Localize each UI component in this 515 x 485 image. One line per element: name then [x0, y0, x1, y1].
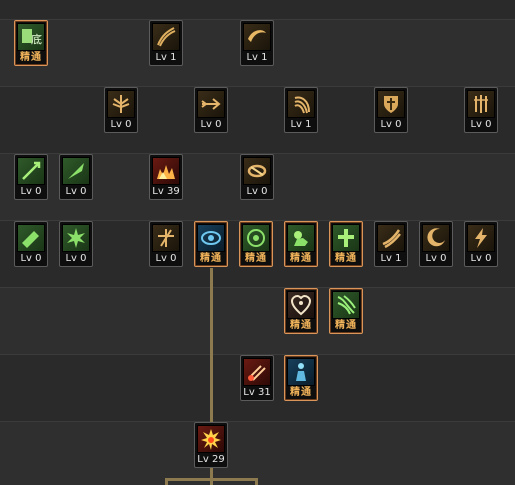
tree-row-band [0, 0, 515, 19]
skill-slot[interactable]: 精通 [284, 355, 318, 401]
skill-level-label: Lv 0 [110, 119, 132, 130]
prerequisite-connector-line [210, 268, 213, 422]
skill-level-label: 精通 [335, 253, 357, 264]
skill-slot[interactable]: 精通 [329, 221, 363, 267]
skill-slot[interactable]: Lv 0 [59, 221, 93, 267]
skill-level-label: Lv 0 [20, 186, 42, 197]
green-plank-icon [17, 224, 45, 252]
golden-ring-icon [243, 157, 271, 185]
skill-level-label: Lv 1 [155, 52, 177, 63]
heart-shield-icon [287, 291, 315, 319]
golden-cross-sword-icon [152, 224, 180, 252]
prerequisite-connector-line [210, 468, 213, 485]
skill-level-label: Lv 39 [152, 186, 180, 197]
prerequisite-connector-line [165, 478, 258, 481]
golden-shield-icon [377, 90, 405, 118]
green-scroll-icon: 底 [17, 23, 45, 51]
skill-level-label: Lv 0 [20, 253, 42, 264]
skill-level-label: Lv 1 [380, 253, 402, 264]
skill-level-label: 精通 [335, 320, 357, 331]
skill-level-label: Lv 0 [470, 253, 492, 264]
skill-level-label: Lv 31 [243, 387, 271, 398]
skill-level-label: Lv 0 [425, 253, 447, 264]
red-flame-icon [152, 157, 180, 185]
skill-slot[interactable]: Lv 0 [194, 87, 228, 133]
golden-arrow-icon [197, 90, 225, 118]
skill-level-label: Lv 0 [200, 119, 222, 130]
skill-level-label: 精通 [20, 52, 42, 63]
skill-slot[interactable]: Lv 0 [14, 221, 48, 267]
skill-level-label: 精通 [290, 387, 312, 398]
skill-slot[interactable]: 精通 [284, 288, 318, 334]
blue-figure-icon [287, 358, 315, 386]
skill-slot[interactable]: Lv 0 [14, 154, 48, 200]
skill-slot[interactable]: 精通 [284, 221, 318, 267]
skill-level-label: 精通 [290, 253, 312, 264]
skill-slot[interactable]: 精通 [239, 221, 273, 267]
skill-level-label: Lv 0 [470, 119, 492, 130]
skill-slot[interactable]: Lv 0 [59, 154, 93, 200]
skill-level-label: Lv 1 [290, 119, 312, 130]
green-sword-icon [17, 157, 45, 185]
golden-triple-blade-icon [467, 90, 495, 118]
tree-row-band [0, 86, 515, 153]
green-burst-icon [62, 224, 90, 252]
skill-level-label: Lv 1 [246, 52, 268, 63]
skill-slot[interactable]: Lv 0 [104, 87, 138, 133]
skill-level-label: Lv 29 [197, 454, 225, 465]
skill-slot[interactable]: 精通 [329, 288, 363, 334]
skill-slot[interactable]: Lv 39 [149, 154, 183, 200]
skill-slot[interactable]: Lv 1 [374, 221, 408, 267]
tree-row-band [0, 287, 515, 354]
skill-slot[interactable]: Lv 0 [240, 154, 274, 200]
skill-level-label: Lv 0 [246, 186, 268, 197]
prerequisite-connector-line [165, 478, 168, 485]
golden-winged-sword-icon [107, 90, 135, 118]
golden-lightning-icon [467, 224, 495, 252]
skill-slot[interactable]: Lv 0 [419, 221, 453, 267]
skill-slot[interactable]: 底 精通 [14, 20, 48, 66]
green-cross-icon [332, 224, 360, 252]
golden-spiral-icon [287, 90, 315, 118]
skill-level-label: 精通 [290, 320, 312, 331]
skill-slot[interactable]: Lv 1 [149, 20, 183, 66]
green-fist-icon [287, 224, 315, 252]
golden-gust-icon [377, 224, 405, 252]
skill-level-label: 精通 [245, 253, 267, 264]
skill-slot[interactable]: Lv 0 [464, 87, 498, 133]
green-eye-icon [242, 224, 270, 252]
skill-slot[interactable]: Lv 0 [149, 221, 183, 267]
golden-wing-icon [243, 23, 271, 51]
green-cyclone-icon [332, 291, 360, 319]
green-blade-icon [62, 157, 90, 185]
tree-row-band [0, 421, 515, 485]
skill-slot[interactable]: Lv 1 [240, 20, 274, 66]
skill-slot[interactable]: Lv 29 [194, 422, 228, 468]
svg-text:底: 底 [31, 32, 42, 46]
skill-slot[interactable]: 精通 [194, 221, 228, 267]
red-impact-icon [243, 358, 271, 386]
red-explosion-icon [197, 425, 225, 453]
skill-level-label: Lv 0 [155, 253, 177, 264]
skill-slot[interactable]: Lv 31 [240, 355, 274, 401]
skill-level-label: Lv 0 [65, 253, 87, 264]
golden-crescent-icon [422, 224, 450, 252]
skill-slot[interactable]: Lv 0 [374, 87, 408, 133]
skill-level-label: Lv 0 [380, 119, 402, 130]
skill-level-label: 精通 [200, 253, 222, 264]
blue-eye-icon [197, 224, 225, 252]
prerequisite-connector-line [255, 478, 258, 485]
skill-slot[interactable]: Lv 1 [284, 87, 318, 133]
skill-slot[interactable]: Lv 0 [464, 221, 498, 267]
golden-slash-icon [152, 23, 180, 51]
skill-level-label: Lv 0 [65, 186, 87, 197]
